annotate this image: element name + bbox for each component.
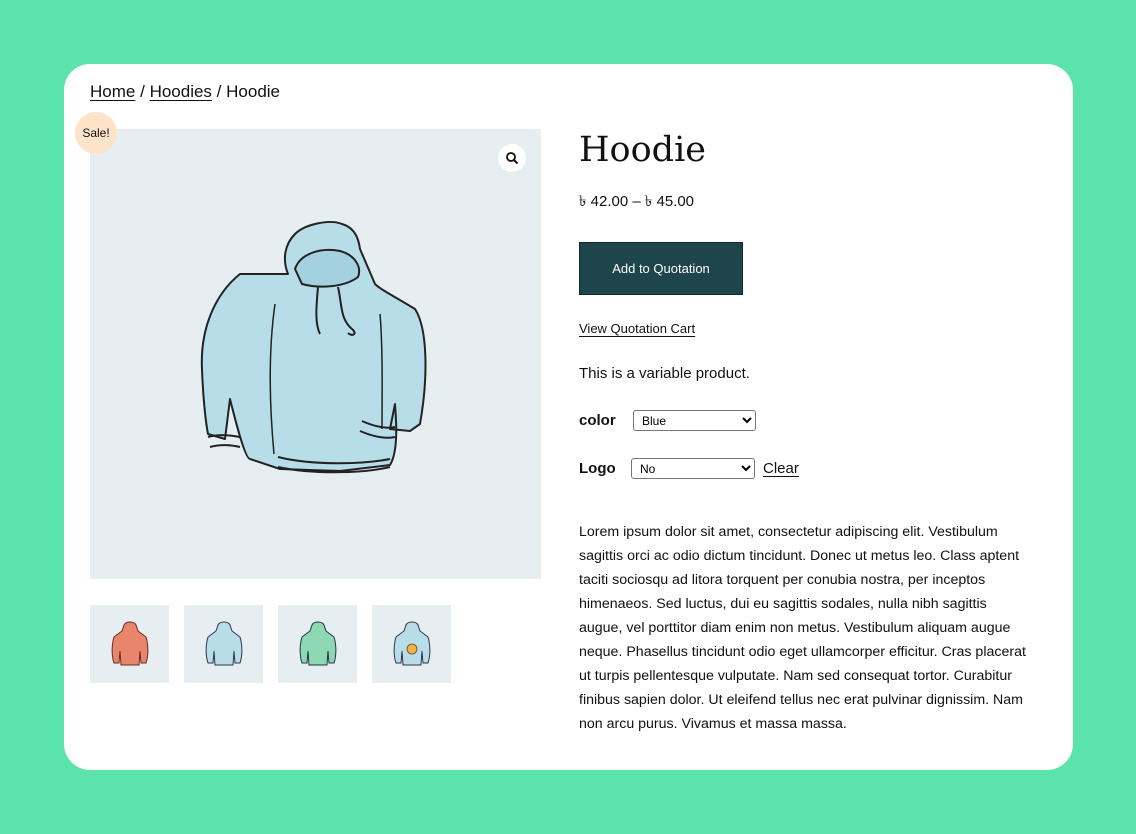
thumbnail-logo-hoodie[interactable] <box>372 605 451 683</box>
thumbnail-blue-hoodie[interactable] <box>184 605 263 683</box>
red-hoodie-icon <box>111 621 148 666</box>
short-description: This is a variable product. <box>579 365 750 382</box>
product-main-image[interactable] <box>90 129 541 579</box>
logo-hoodie-icon <box>393 621 430 666</box>
product-title: Hoodie <box>579 130 706 170</box>
breadcrumb-current: Hoodie <box>226 82 281 101</box>
blue-hoodie-icon <box>205 621 242 666</box>
color-select[interactable]: Blue <box>633 410 756 431</box>
breadcrumb-separator: / <box>216 82 222 101</box>
hoodie-illustration <box>200 221 427 474</box>
clear-variations-link[interactable]: Clear <box>763 460 799 477</box>
sale-badge: Sale! <box>75 112 117 154</box>
green-hoodie-icon <box>299 621 336 666</box>
view-quotation-cart-link[interactable]: View Quotation Cart <box>579 321 695 336</box>
product-card: Home / Hoodies / Hoodie Sale! Hoodie ৳ 4… <box>64 64 1073 770</box>
variation-row-logo: Logo No Clear <box>579 458 799 479</box>
thumbnail-green-hoodie[interactable] <box>278 605 357 683</box>
breadcrumb-separator: / <box>140 82 145 101</box>
zoom-button[interactable] <box>498 144 526 172</box>
breadcrumb-hoodies-link[interactable]: Hoodies <box>150 82 212 101</box>
product-price: ৳ 42.00 – ৳ 45.00 <box>579 193 695 210</box>
color-label: color <box>579 412 616 429</box>
add-to-quotation-button[interactable]: Add to Quotation <box>579 242 743 295</box>
logo-label: Logo <box>579 460 616 477</box>
thumbnail-red-hoodie[interactable] <box>90 605 169 683</box>
long-description: Lorem ipsum dolor sit amet, consectetur … <box>579 524 1026 732</box>
variation-row-color: color Blue <box>579 410 756 431</box>
thumbnail-gallery <box>90 605 451 683</box>
breadcrumb-home-link[interactable]: Home <box>90 82 135 101</box>
magnifier-icon <box>506 152 519 165</box>
breadcrumb: Home / Hoodies / Hoodie <box>90 82 280 102</box>
logo-select[interactable]: No <box>631 458 755 479</box>
